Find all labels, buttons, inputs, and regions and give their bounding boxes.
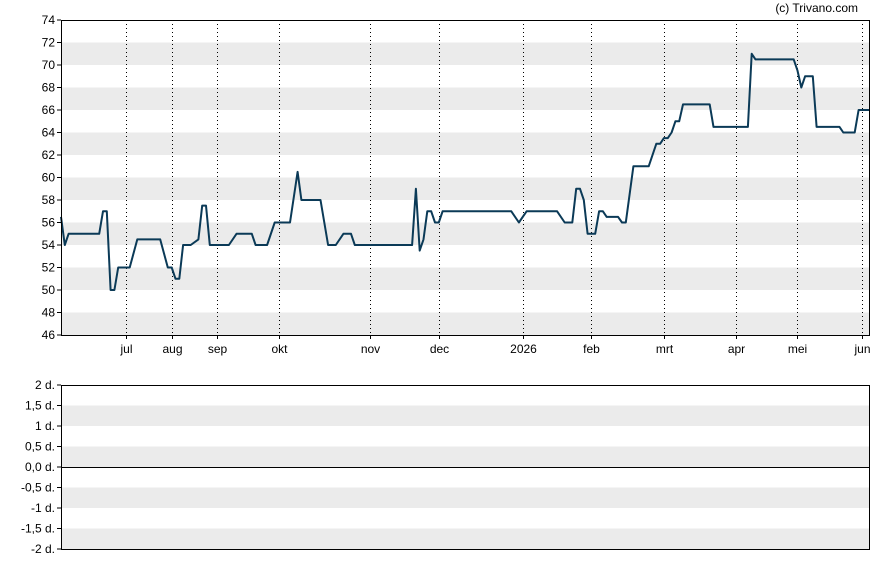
price-x-tick-label: 2026	[510, 342, 537, 356]
price-y-tick-label: 58	[42, 193, 56, 207]
price-x-tick-label: apr	[728, 342, 745, 356]
price-x-tick-label: nov	[361, 342, 380, 356]
lower-y-tick-label: -2 d.	[31, 542, 55, 556]
chart-svg: jul aug sep okt nov dec 2026 feb mrt apr mei jun 46 4…	[21, 13, 871, 556]
price-grid-band	[61, 132, 870, 155]
price-y-tick-label: 66	[42, 103, 56, 117]
lower-grid-band	[61, 446, 870, 467]
lower-y-tick-label: 1,5 d.	[25, 399, 55, 413]
price-y-tick-label: 62	[42, 148, 56, 162]
lower-y-tick-label: -1 d.	[31, 501, 55, 515]
price-y-tick-label: 72	[42, 36, 56, 50]
lower-y-tick-label: 2 d.	[35, 378, 55, 392]
price-y-tick-label: 48	[42, 306, 56, 320]
price-x-tick-label: sep	[208, 342, 228, 356]
price-x-tick-label: mei	[788, 342, 807, 356]
price-x-tick-label: feb	[583, 342, 600, 356]
lower-y-tick-label: 0,5 d.	[25, 440, 55, 454]
lower-grid-band	[61, 528, 870, 549]
lower-y-tick-label: -1,5 d.	[21, 522, 55, 536]
price-grid-band	[61, 267, 870, 290]
price-y-tick-label: 64	[42, 126, 56, 140]
price-y-tick-label: 68	[42, 81, 56, 95]
price-x-tick-label: jun	[853, 342, 870, 356]
price-y-tick-label: 74	[42, 13, 56, 27]
price-y-tick-label: 52	[42, 261, 56, 275]
price-x-tick-label: dec	[430, 342, 449, 356]
price-grid-band	[61, 222, 870, 245]
price-y-tick-label: 54	[42, 238, 56, 252]
price-grid-band	[61, 312, 870, 335]
price-x-tick-label: okt	[271, 342, 288, 356]
price-y-tick-label: 56	[42, 216, 56, 230]
lower-grid-band	[61, 405, 870, 426]
chart-root: (c) Trivano.com jul aug sep okt nov dec 2026 fe…	[0, 0, 888, 565]
price-x-tick-label: jul	[119, 342, 132, 356]
lower-y-tick-label: 0,0 d.	[25, 460, 55, 474]
lower-y-tick-label: -0,5 d.	[21, 481, 55, 495]
price-y-tick-label: 46	[42, 328, 56, 342]
price-y-tick-label: 50	[42, 283, 56, 297]
price-grid-band	[61, 177, 870, 200]
credit-label: (c) Trivano.com	[775, 1, 858, 15]
price-x-tick-label: mrt	[656, 342, 674, 356]
price-y-tick-label: 60	[42, 171, 56, 185]
price-grid-band	[61, 42, 870, 65]
price-x-tick-label: aug	[162, 342, 182, 356]
price-y-tick-label: 70	[42, 58, 56, 72]
lower-grid-band	[61, 487, 870, 508]
lower-y-tick-label: 1 d.	[35, 419, 55, 433]
